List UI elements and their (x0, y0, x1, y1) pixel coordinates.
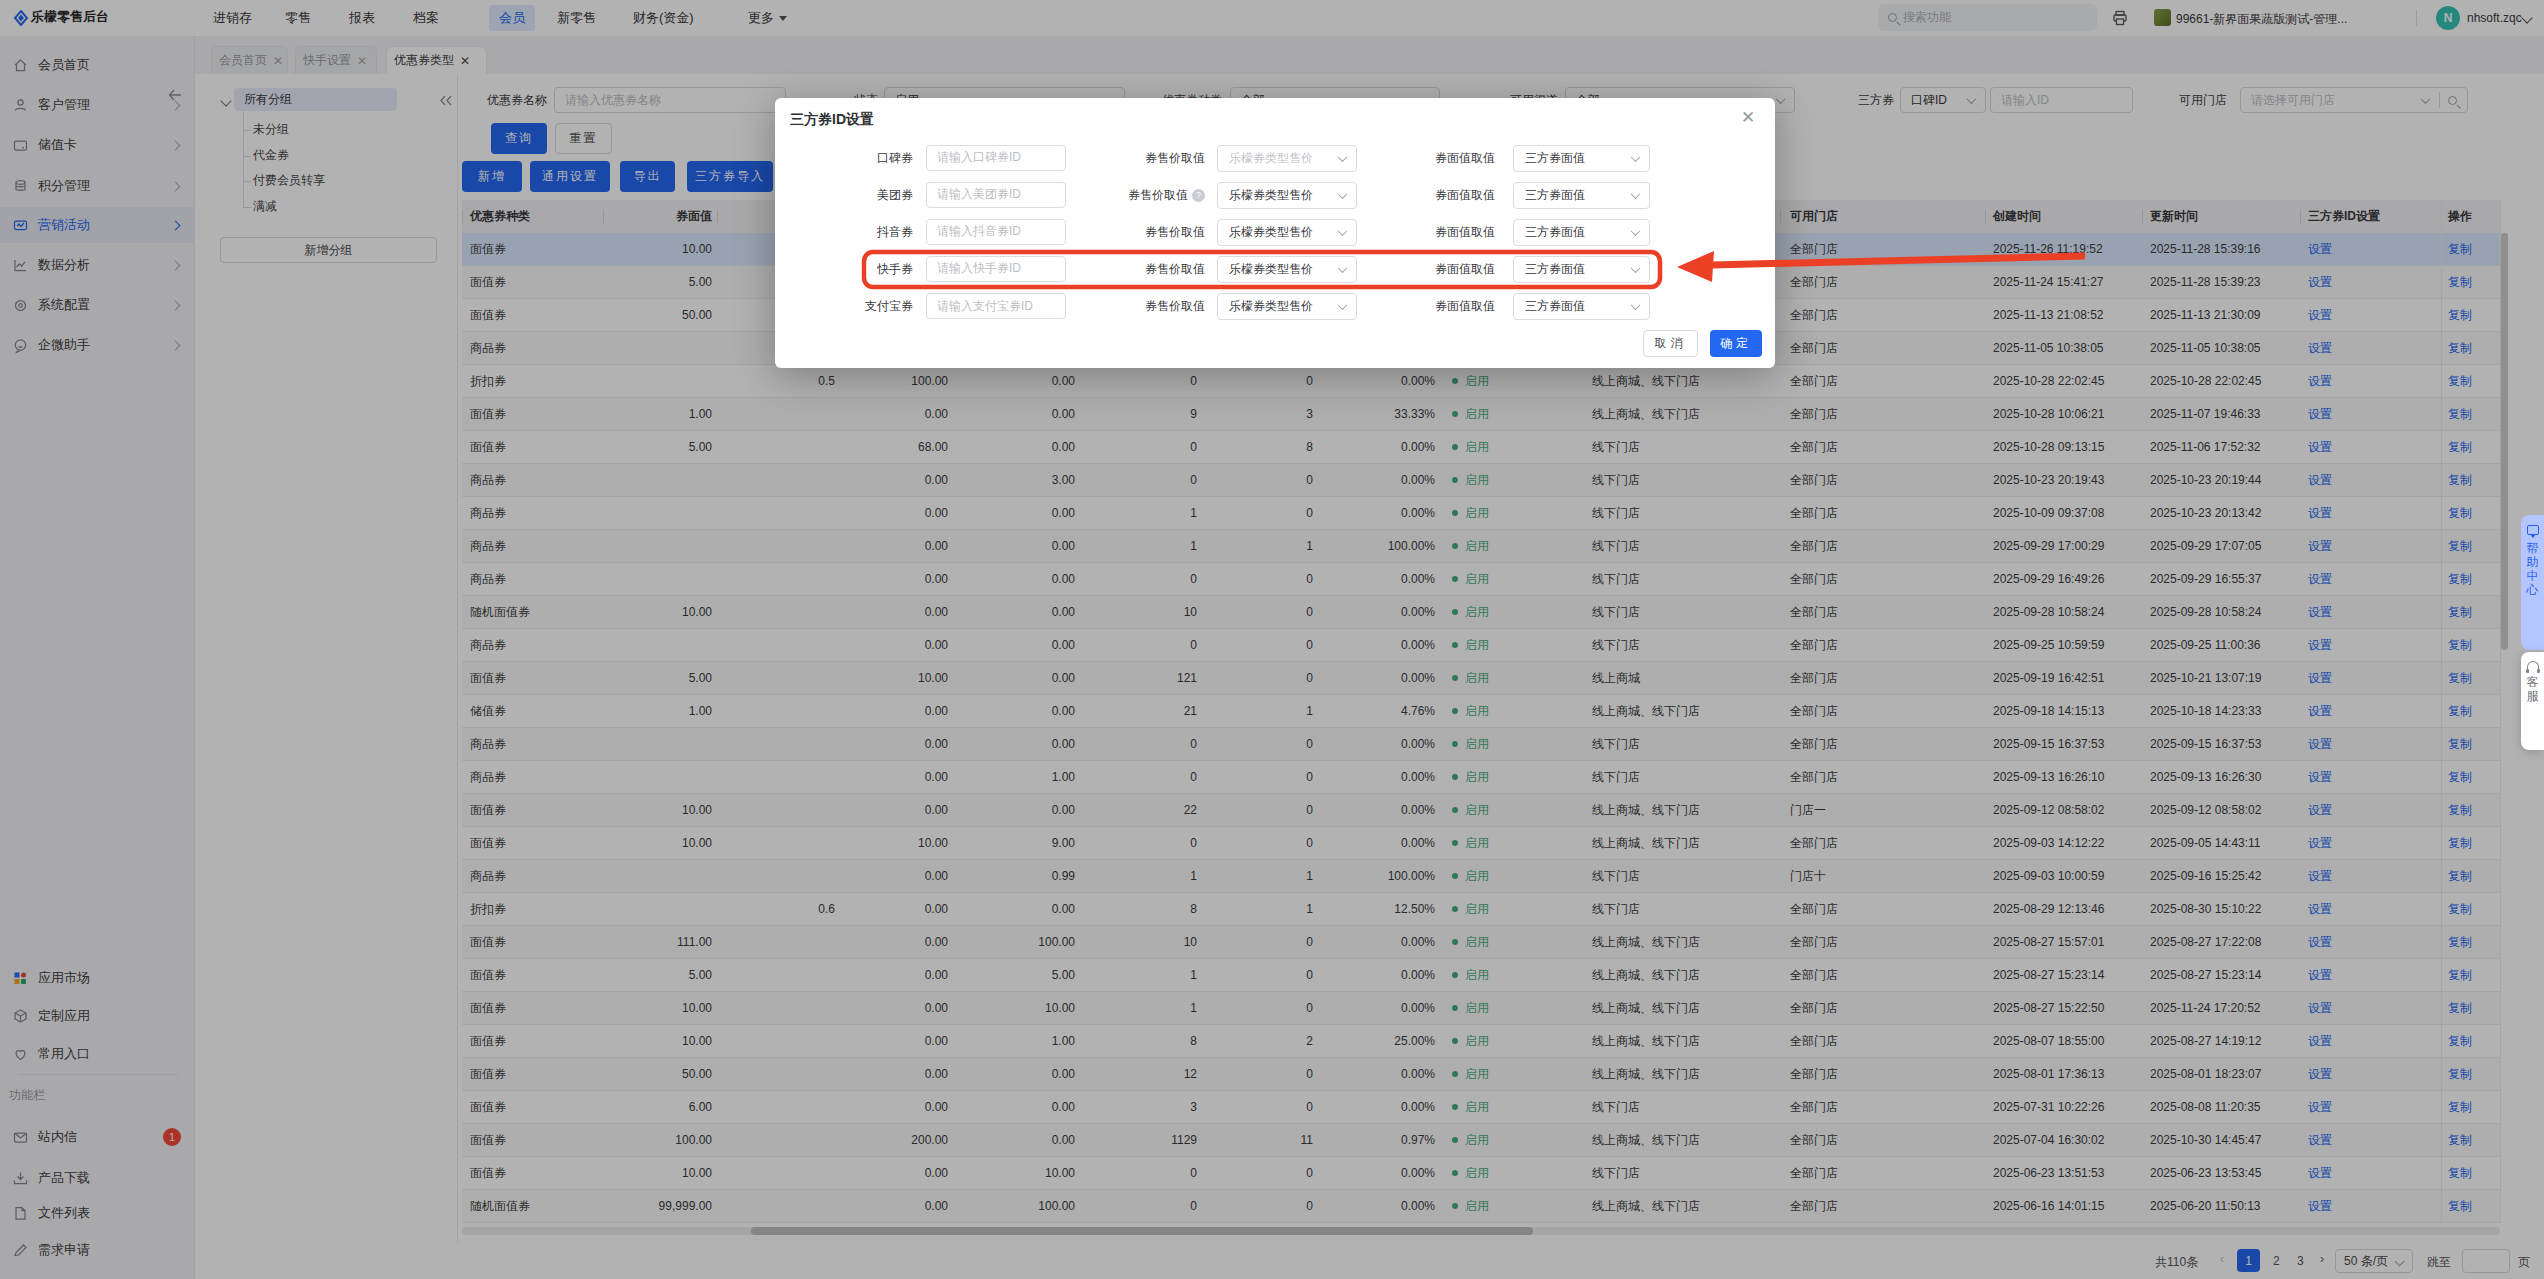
price-source-select[interactable]: 乐檬券类型售价 (1217, 182, 1357, 209)
price-source-label: 券售价取值 (1075, 293, 1205, 320)
coupon-platform-label: 抖音券 (793, 219, 913, 246)
chevron-down-icon (1338, 300, 1348, 310)
face-value-label: 券面值取值 (1365, 256, 1495, 283)
info-icon: ? (1192, 189, 1205, 202)
price-source-label: 券售价取值 (1075, 256, 1205, 283)
face-value-label: 券面值取值 (1365, 145, 1495, 172)
face-value-label: 券面值取值 (1365, 219, 1495, 246)
platform-id-input[interactable]: 请输入快手券ID (926, 256, 1066, 282)
face-value-select[interactable]: 三方券面值 (1513, 145, 1650, 172)
platform-id-input[interactable]: 请输入美团券ID (926, 182, 1066, 208)
third-party-id-modal: 三方券ID设置 ✕ 口碑券请输入口碑券ID券售价取值乐檬券类型售价券面值取值三方… (775, 98, 1775, 368)
chevron-down-icon (1338, 263, 1348, 273)
modal-close-icon[interactable]: ✕ (1741, 107, 1755, 128)
price-source-select[interactable]: 乐檬券类型售价 (1217, 219, 1357, 246)
headset-icon (2527, 661, 2539, 670)
price-source-select[interactable]: 乐檬券类型售价 (1217, 293, 1357, 320)
chevron-down-icon (1338, 189, 1348, 199)
platform-id-input[interactable]: 请输入抖音券ID (926, 219, 1066, 245)
coupon-platform-label: 美团券 (793, 182, 913, 209)
face-value-select[interactable]: 三方券面值 (1513, 219, 1650, 246)
customer-service-label: 客服 (2527, 675, 2539, 703)
chevron-down-icon (1631, 152, 1641, 162)
modal-title: 三方券ID设置 (790, 111, 874, 129)
price-source-select[interactable]: 乐檬券类型售价 (1217, 256, 1357, 283)
price-source-label: 券售价取值? (1075, 182, 1205, 209)
platform-id-input[interactable]: 请输入支付宝券ID (926, 293, 1066, 319)
platform-id-input[interactable]: 请输入口碑券ID (926, 145, 1066, 171)
modal-ok-button[interactable]: 确定 (1710, 330, 1762, 357)
coupon-platform-label: 口碑券 (793, 145, 913, 172)
chevron-down-icon (1338, 152, 1348, 162)
help-center-label: 帮助中心 (2527, 541, 2539, 597)
price-source-label: 券售价取值 (1075, 145, 1205, 172)
face-value-label: 券面值取值 (1365, 293, 1495, 320)
chevron-down-icon (1631, 300, 1641, 310)
chevron-down-icon (1338, 226, 1348, 236)
customer-service-widget[interactable]: 客服 (2521, 652, 2544, 750)
help-bubble-icon (2527, 525, 2539, 535)
face-value-select[interactable]: 三方券面值 (1513, 182, 1650, 209)
coupon-platform-label: 支付宝券 (793, 293, 913, 320)
help-center-widget[interactable]: 帮助中心 (2521, 515, 2544, 650)
coupon-platform-label: 快手券 (793, 256, 913, 283)
face-value-select[interactable]: 三方券面值 (1513, 256, 1650, 283)
face-value-label: 券面值取值 (1365, 182, 1495, 209)
price-source-select[interactable]: 乐檬券类型售价 (1217, 145, 1357, 172)
modal-cancel-button[interactable]: 取消 (1643, 330, 1698, 357)
face-value-select[interactable]: 三方券面值 (1513, 293, 1650, 320)
chevron-down-icon (1631, 226, 1641, 236)
chevron-down-icon (1631, 189, 1641, 199)
price-source-label: 券售价取值 (1075, 219, 1205, 246)
chevron-down-icon (1631, 263, 1641, 273)
